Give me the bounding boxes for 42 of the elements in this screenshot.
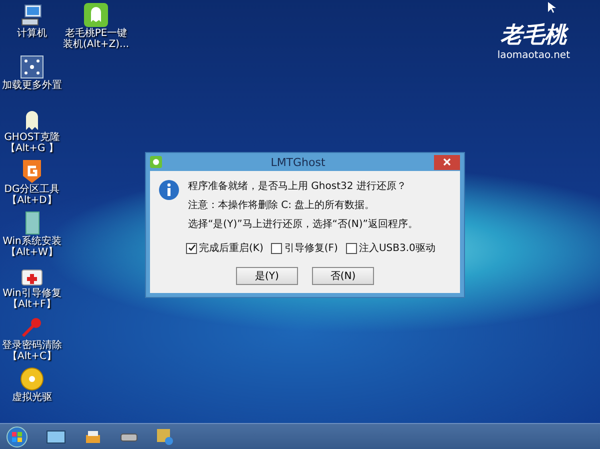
desktop-icon-label[interactable]: 加载更多外置: [2, 80, 62, 91]
desktop-icon-label[interactable]: Win系统安装: [2, 236, 62, 247]
desktop-icon-label[interactable]: 老毛桃PE一键: [64, 28, 128, 39]
message-text: 程序准备就绪，是否马上用 Ghost32 进行还原？: [188, 180, 408, 193]
message-text: 选择“是(Y)”马上进行还原，选择“否(N)”返回程序。: [188, 218, 418, 231]
desktop-icon-label[interactable]: 计算机: [17, 28, 47, 39]
printer-icon[interactable]: [84, 428, 102, 444]
app-icon: [150, 156, 162, 168]
desktop-icon-label[interactable]: GHOST克隆: [4, 132, 60, 143]
desktop-icon-label[interactable]: 虚拟光驱: [12, 392, 52, 403]
grid-arrows-icon: [19, 54, 45, 80]
start-button[interactable]: [6, 426, 28, 448]
desktop-icon-label[interactable]: 【Alt+F】: [8, 299, 56, 310]
dialog-button[interactable]: 是(Y): [236, 267, 298, 285]
desktop-icon-label[interactable]: DG分区工具: [4, 184, 60, 195]
drive-icon[interactable]: [120, 430, 138, 442]
desktop-icon-label[interactable]: 登录密码清除: [2, 340, 62, 351]
info-icon: [158, 179, 180, 201]
desktop-icon-label[interactable]: 装机(Alt+Z)...: [62, 39, 130, 50]
desktop-icon-label[interactable]: Win引导修复: [2, 288, 62, 299]
desktop-icon-label[interactable]: 【Alt+W】: [6, 247, 58, 258]
checkbox-option[interactable]: 注入USB3.0驱动: [346, 241, 436, 255]
desktop-icon-label[interactable]: 【Alt+G 】: [6, 143, 58, 154]
desktop-icon-label[interactable]: 【Alt+D】: [7, 195, 57, 206]
dialog-title: LMTGhost: [270, 156, 326, 168]
ghost-app-icon: [83, 2, 109, 28]
monitor-icon[interactable]: [46, 430, 66, 444]
tools-icon[interactable]: [156, 428, 174, 446]
logo-url: laomaotao.net: [497, 50, 570, 61]
dialog-button[interactable]: 否(N): [312, 267, 374, 285]
checkbox-option[interactable]: 完成后重启(K): [186, 241, 264, 255]
checkbox-option[interactable]: 引导修复(F): [271, 241, 338, 255]
checkbox[interactable]: [346, 242, 357, 254]
logo-name: 老毛桃: [500, 21, 567, 50]
checkbox[interactable]: [271, 242, 282, 254]
checkbox[interactable]: [186, 242, 197, 254]
message-text: 注意：本操作将删除 C: 盘上的所有数据。: [188, 198, 376, 212]
desktop-icon-label[interactable]: 【Alt+C】: [8, 351, 56, 362]
disc-icon: [19, 366, 45, 392]
mouse-cursor-icon: [548, 2, 556, 14]
close-button[interactable]: [434, 154, 460, 170]
close-icon: [443, 158, 451, 166]
